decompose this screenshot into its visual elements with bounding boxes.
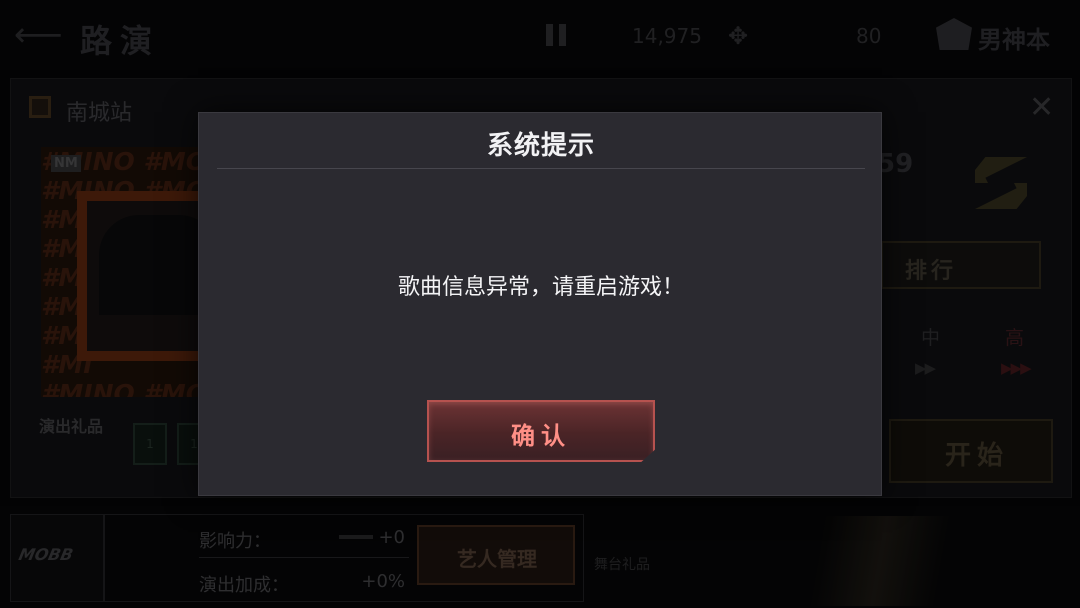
confirm-button[interactable]: 确认 bbox=[427, 400, 655, 462]
dialog-divider bbox=[217, 168, 865, 169]
dialog-message: 歌曲信息异常，请重启游戏！ bbox=[397, 275, 684, 300]
dialog-title: 系统提示 bbox=[486, 131, 595, 161]
system-dialog: 系统提示 歌曲信息异常，请重启游戏！ 确认 bbox=[198, 112, 882, 496]
confirm-label: 确认 bbox=[511, 422, 571, 450]
